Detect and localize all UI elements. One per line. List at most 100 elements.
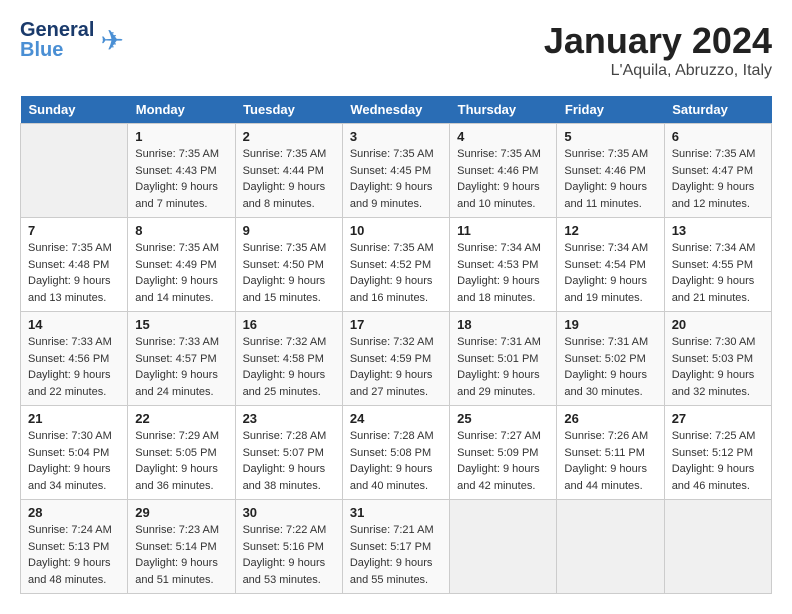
calendar-cell: 12 Sunrise: 7:34 AMSunset: 4:54 PMDayligh… bbox=[557, 218, 664, 312]
day-info-line: Sunset: 5:08 PM bbox=[350, 447, 431, 459]
day-info-line: Daylight: 9 hours bbox=[564, 275, 647, 287]
day-number: 12 bbox=[564, 223, 656, 238]
day-info-line: Sunrise: 7:32 AM bbox=[350, 336, 434, 348]
day-info-line: Daylight: 9 hours bbox=[672, 369, 755, 381]
day-number: 22 bbox=[135, 411, 227, 426]
day-info-line: Daylight: 9 hours bbox=[350, 369, 433, 381]
day-info-line: and 30 minutes. bbox=[564, 386, 642, 398]
day-info-line: Daylight: 9 hours bbox=[457, 181, 540, 193]
day-number: 19 bbox=[564, 317, 656, 332]
day-info-line: Daylight: 9 hours bbox=[28, 369, 111, 381]
day-info-line: Sunrise: 7:35 AM bbox=[672, 148, 756, 160]
day-info-line: Sunset: 5:04 PM bbox=[28, 447, 109, 459]
day-info-line: Sunrise: 7:21 AM bbox=[350, 524, 434, 536]
day-info: Sunrise: 7:30 AMSunset: 5:03 PMDaylight:… bbox=[672, 334, 764, 400]
calendar-cell: 30Sunrise: 7:22 AMSunset: 5:16 PMDayligh… bbox=[235, 500, 342, 594]
day-number: 11 bbox=[457, 223, 549, 238]
day-info-line: Daylight: 9 hours bbox=[564, 369, 647, 381]
day-info-line: Sunrise: 7:23 AM bbox=[135, 524, 219, 536]
calendar-cell: 5Sunrise: 7:35 AMSunset: 4:46 PMDaylight… bbox=[557, 124, 664, 218]
month-title: January 2024 bbox=[544, 20, 772, 62]
day-info-line: Sunrise: 7:30 AM bbox=[28, 430, 112, 442]
calendar-table: SundayMondayTuesdayWednesdayThursdayFrid… bbox=[20, 96, 772, 594]
day-info-line: Sunrise: 7:30 AM bbox=[672, 336, 756, 348]
day-info-line: Daylight: 9 hours bbox=[135, 557, 218, 569]
day-number: 15 bbox=[135, 317, 227, 332]
day-info-line: Sunrise: 7:34 AM bbox=[672, 242, 756, 254]
column-header-tuesday: Tuesday bbox=[235, 96, 342, 124]
day-info-line: Sunrise: 7:35 AM bbox=[243, 242, 327, 254]
day-info-line: and 13 minutes. bbox=[28, 292, 106, 304]
day-info-line: Daylight: 9 hours bbox=[243, 181, 326, 193]
day-info-line: Sunset: 5:07 PM bbox=[243, 447, 324, 459]
day-info: Sunrise: 7:35 AMSunset: 4:48 PMDaylight:… bbox=[28, 240, 120, 306]
calendar-cell: 9Sunrise: 7:35 AMSunset: 4:50 PMDaylight… bbox=[235, 218, 342, 312]
day-number: 8 bbox=[135, 223, 227, 238]
title-block: January 2024 L'Aquila, Abruzzo, Italy bbox=[544, 20, 772, 80]
logo-bird-icon: ✈ bbox=[100, 24, 123, 57]
day-info-line: Sunset: 4:59 PM bbox=[350, 353, 431, 365]
calendar-cell: 31Sunrise: 7:21 AMSunset: 5:17 PMDayligh… bbox=[342, 500, 449, 594]
day-info: Sunrise: 7:35 AMSunset: 4:49 PMDaylight:… bbox=[135, 240, 227, 306]
day-info: Sunrise: 7:22 AMSunset: 5:16 PMDaylight:… bbox=[243, 522, 335, 588]
calendar-cell: 27 Sunrise: 7:25 AMSunset: 5:12 PMDayligh… bbox=[664, 406, 771, 500]
calendar-cell: 10Sunrise: 7:35 AMSunset: 4:52 PMDayligh… bbox=[342, 218, 449, 312]
day-info: Sunrise: 7:24 AMSunset: 5:13 PMDaylight:… bbox=[28, 522, 120, 588]
day-info-line: Daylight: 9 hours bbox=[243, 369, 326, 381]
day-info: Sunrise: 7:31 AMSunset: 5:01 PMDaylight:… bbox=[457, 334, 549, 400]
day-info-line: Sunrise: 7:24 AM bbox=[28, 524, 112, 536]
day-info-line: Sunset: 4:49 PM bbox=[135, 259, 216, 271]
day-info-line: and 48 minutes. bbox=[28, 574, 106, 586]
day-info-line: and 8 minutes. bbox=[243, 198, 315, 210]
day-info-line: Sunset: 5:05 PM bbox=[135, 447, 216, 459]
day-info-line: and 55 minutes. bbox=[350, 574, 428, 586]
day-info-line: and 10 minutes. bbox=[457, 198, 535, 210]
calendar-cell: 11Sunrise: 7:34 AMSunset: 4:53 PMDayligh… bbox=[450, 218, 557, 312]
day-info-line: Sunset: 4:46 PM bbox=[457, 165, 538, 177]
day-info-line: and 38 minutes. bbox=[243, 480, 321, 492]
column-header-wednesday: Wednesday bbox=[342, 96, 449, 124]
day-info-line: Daylight: 9 hours bbox=[564, 463, 647, 475]
day-number: 27 bbox=[672, 411, 764, 426]
day-info-line: Sunset: 4:45 PM bbox=[350, 165, 431, 177]
day-info-line: Sunrise: 7:33 AM bbox=[28, 336, 112, 348]
day-info-line: and 44 minutes. bbox=[564, 480, 642, 492]
day-info-line: Sunset: 4:48 PM bbox=[28, 259, 109, 271]
day-info: Sunrise: 7:34 AMSunset: 4:55 PMDaylight:… bbox=[672, 240, 764, 306]
day-info-line: and 36 minutes. bbox=[135, 480, 213, 492]
calendar-cell: 17Sunrise: 7:32 AMSunset: 4:59 PMDayligh… bbox=[342, 312, 449, 406]
calendar-cell bbox=[557, 500, 664, 594]
day-info-line: Sunset: 4:43 PM bbox=[135, 165, 216, 177]
day-info: Sunrise: 7:30 AM Sunset: 5:04 PM Daylight:… bbox=[28, 428, 120, 494]
day-info: Sunrise: 7:35 AMSunset: 4:46 PMDaylight:… bbox=[457, 146, 549, 212]
calendar-cell: 16Sunrise: 7:32 AMSunset: 4:58 PMDayligh… bbox=[235, 312, 342, 406]
day-info-line: and 51 minutes. bbox=[135, 574, 213, 586]
day-info: Sunrise: 7:32 AMSunset: 4:58 PMDaylight:… bbox=[243, 334, 335, 400]
logo: General Blue ✈ bbox=[20, 20, 124, 60]
calendar-cell: 25Sunrise: 7:27 AMSunset: 5:09 PMDayligh… bbox=[450, 406, 557, 500]
day-info-line: Sunset: 5:17 PM bbox=[350, 541, 431, 553]
calendar-cell: 22Sunrise: 7:29 AMSunset: 5:05 PMDayligh… bbox=[128, 406, 235, 500]
day-info-line: Sunset: 4:50 PM bbox=[243, 259, 324, 271]
day-info-line: Daylight: 9 hours bbox=[28, 557, 111, 569]
day-info-line: Sunset: 5:14 PM bbox=[135, 541, 216, 553]
day-info: Sunrise: 7:34 AMSunset: 4:54 PMDaylight:… bbox=[564, 240, 656, 306]
day-info-line: Daylight: 9 hours bbox=[135, 369, 218, 381]
page-header: General Blue ✈ January 2024 L'Aquila, Ab… bbox=[20, 20, 772, 80]
calendar-cell: 2Sunrise: 7:35 AMSunset: 4:44 PMDaylight… bbox=[235, 124, 342, 218]
day-info-line: and 27 minutes. bbox=[350, 386, 428, 398]
day-info: Sunrise: 7:35 AMSunset: 4:52 PMDaylight:… bbox=[350, 240, 442, 306]
calendar-cell bbox=[450, 500, 557, 594]
day-info: Sunrise: 7:25 AMSunset: 5:12 PMDaylight:… bbox=[672, 428, 764, 494]
day-info-line: Daylight: 9 hours bbox=[457, 275, 540, 287]
day-info-line: Sunrise: 7:31 AM bbox=[457, 336, 541, 348]
day-number: 23 bbox=[243, 411, 335, 426]
day-number: 1 bbox=[135, 129, 227, 144]
day-info-line: Daylight: 9 hours bbox=[672, 181, 755, 193]
day-info-line: Daylight: 9 hours bbox=[28, 463, 111, 475]
day-info: Sunrise: 7:31 AMSunset: 5:02 PMDaylight:… bbox=[564, 334, 656, 400]
calendar-cell: 28Sunrise: 7:24 AMSunset: 5:13 PMDayligh… bbox=[21, 500, 128, 594]
day-info-line: Daylight: 9 hours bbox=[350, 275, 433, 287]
calendar-cell: 18Sunrise: 7:31 AMSunset: 5:01 PMDayligh… bbox=[450, 312, 557, 406]
day-info-line: and 22 minutes. bbox=[28, 386, 106, 398]
